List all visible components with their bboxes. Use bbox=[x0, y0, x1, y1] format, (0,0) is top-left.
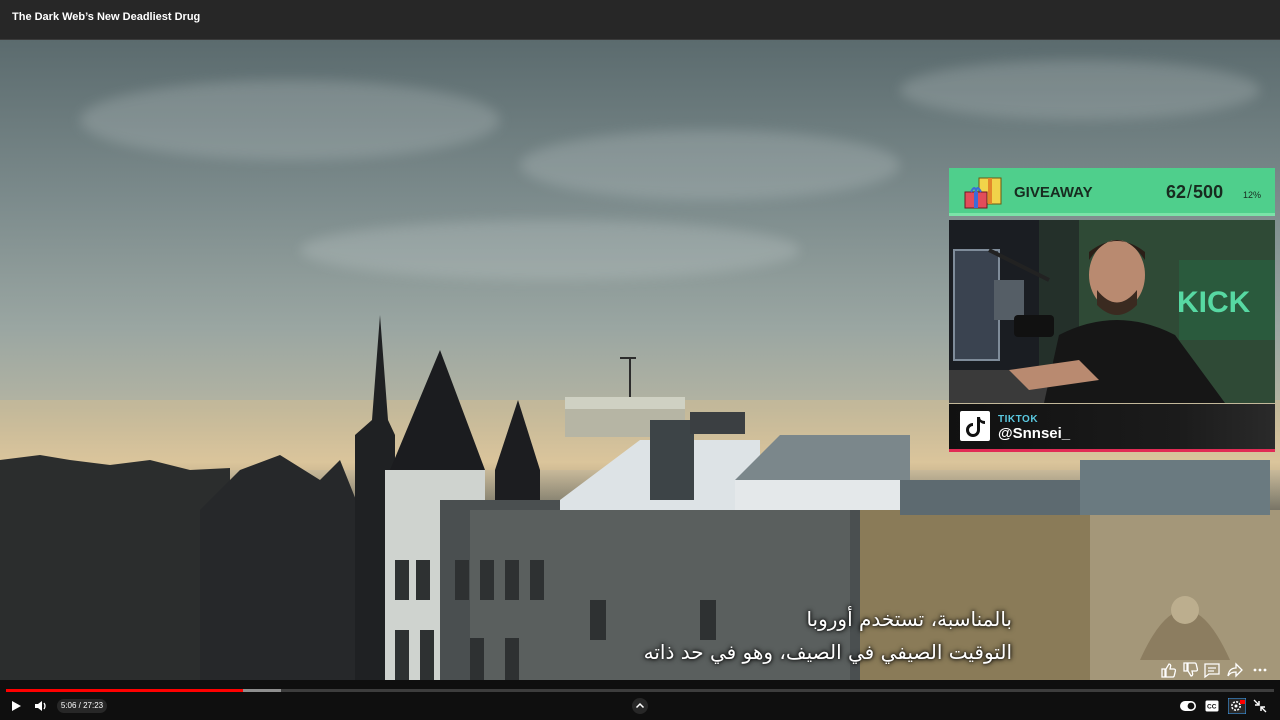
comment-icon[interactable] bbox=[1203, 661, 1221, 679]
autoplay-toggle-icon[interactable] bbox=[1180, 700, 1196, 712]
subtitle-line-2: التوقيت الصيفي في الصيف، وهو في حد ذاته bbox=[643, 640, 1012, 664]
stream-overlay: GIVEAWAY 62/500 12% KICK TIKTOK @Snnsei_ bbox=[949, 168, 1275, 452]
play-icon[interactable] bbox=[9, 699, 23, 713]
dislike-icon[interactable] bbox=[1181, 661, 1199, 679]
social-handle-bar: TIKTOK @Snnsei_ bbox=[949, 404, 1275, 452]
social-platform: TIKTOK bbox=[998, 414, 1039, 425]
social-handle: @Snnsei_ bbox=[998, 425, 1071, 442]
giveaway-separator: / bbox=[1187, 182, 1193, 202]
volume-icon[interactable] bbox=[33, 699, 49, 713]
gift-icon bbox=[964, 177, 1002, 209]
player-controls: 5:06 / 27:23 CC bbox=[0, 680, 1280, 720]
svg-text:CC: CC bbox=[1207, 704, 1217, 711]
share-icon[interactable] bbox=[1226, 661, 1244, 679]
subtitle-line-1: بالمناسبة، تستخدم أوروبا bbox=[806, 607, 1012, 631]
webcam-feed: KICK bbox=[949, 220, 1275, 403]
giveaway-current: 62 bbox=[1166, 182, 1187, 202]
top-bar: The Dark Web’s New Deadliest Drug bbox=[0, 0, 1280, 40]
giveaway-banner: GIVEAWAY 62/500 12% bbox=[949, 168, 1275, 216]
video-title: The Dark Web’s New Deadliest Drug bbox=[12, 11, 201, 23]
like-icon[interactable] bbox=[1159, 661, 1177, 679]
settings-icon[interactable] bbox=[1228, 698, 1246, 714]
captions-icon[interactable]: CC bbox=[1205, 700, 1219, 712]
progress-bar[interactable] bbox=[6, 689, 1274, 692]
svg-text:KICK: KICK bbox=[1177, 286, 1251, 319]
chevron-up-icon[interactable] bbox=[632, 698, 648, 714]
giveaway-count: 62/500 bbox=[1166, 182, 1223, 203]
giveaway-total: 500 bbox=[1193, 182, 1224, 202]
exit-fullscreen-icon[interactable] bbox=[1253, 699, 1267, 713]
time-display: 5:06 / 27:23 bbox=[57, 699, 107, 713]
more-icon[interactable] bbox=[1251, 661, 1269, 679]
tiktok-icon bbox=[960, 411, 990, 441]
giveaway-label: GIVEAWAY bbox=[1014, 184, 1093, 201]
progress-played bbox=[6, 689, 244, 692]
giveaway-percent: 12% bbox=[1243, 190, 1262, 200]
webcam-image: KICK bbox=[949, 220, 1275, 403]
